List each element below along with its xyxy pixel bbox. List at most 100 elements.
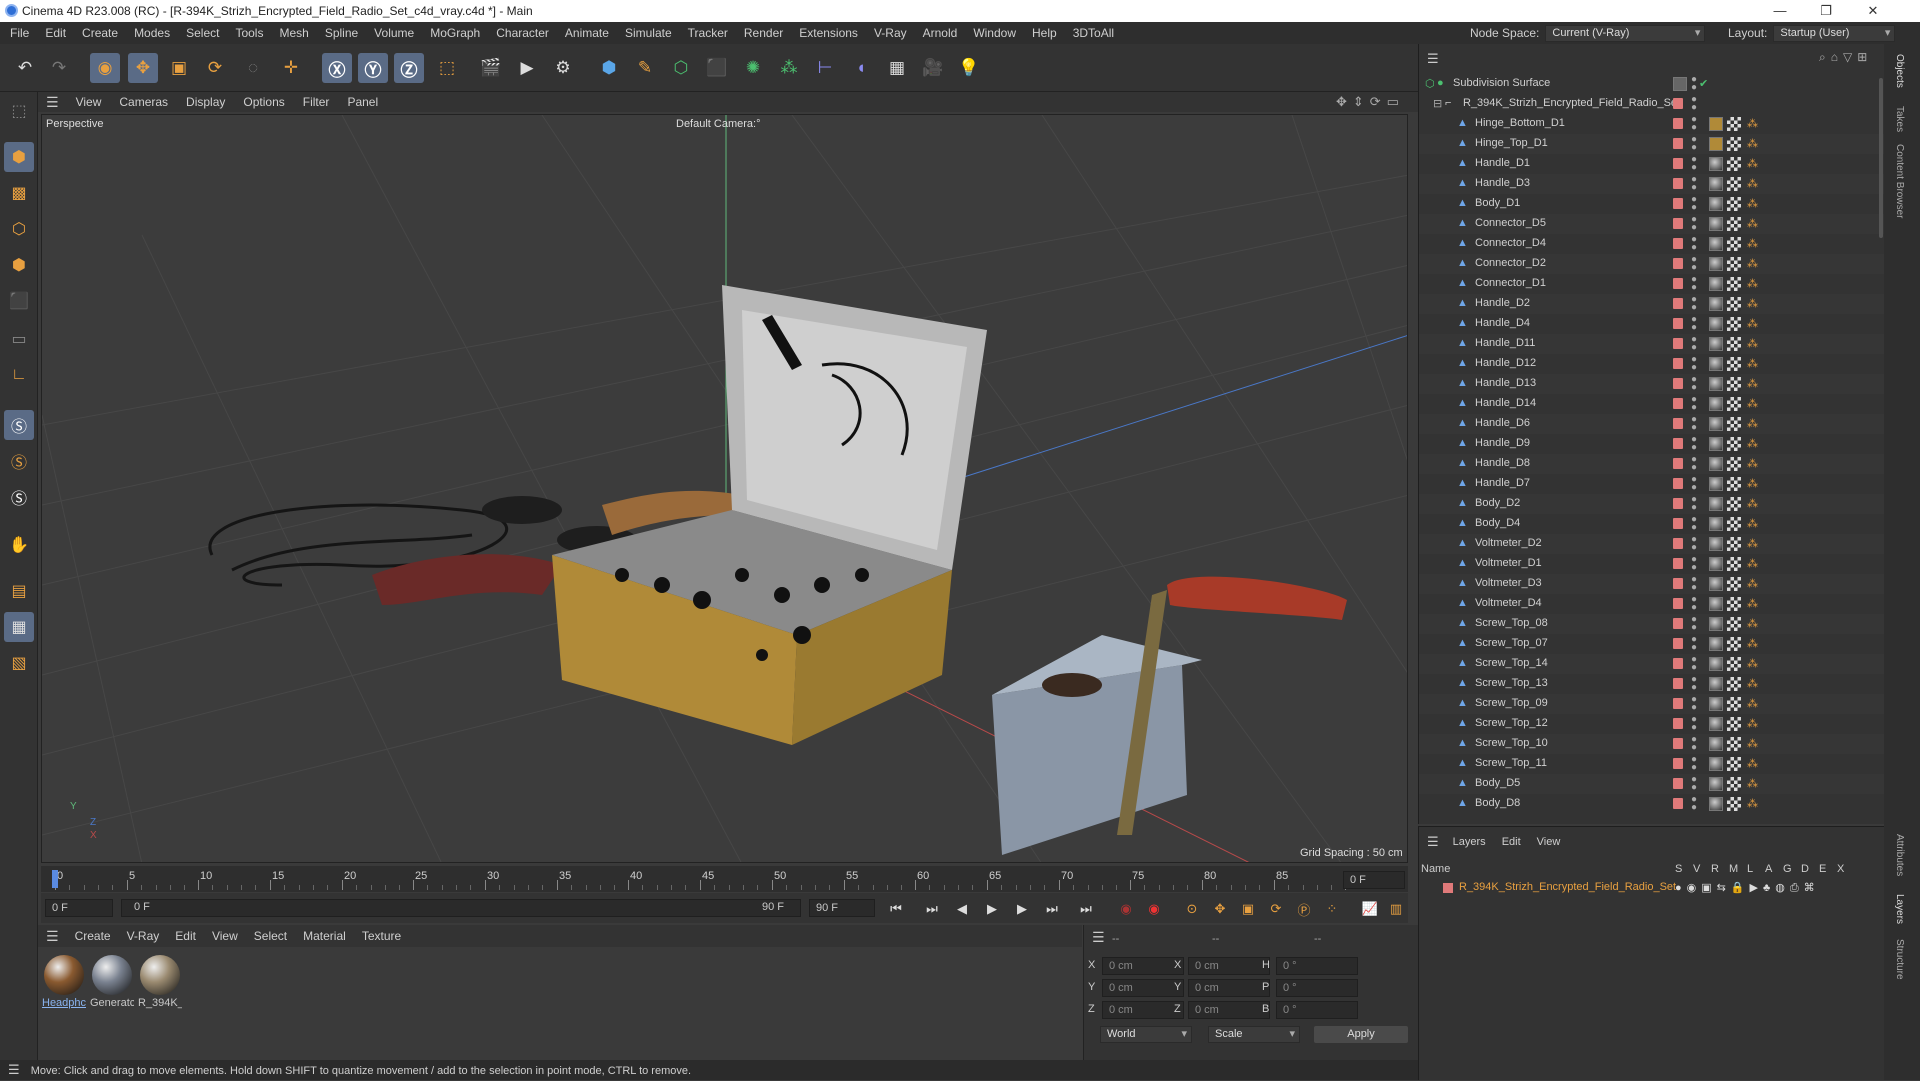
viewport-menu-panel[interactable]: Panel <box>338 95 387 109</box>
material-tag-icon[interactable] <box>1709 797 1723 811</box>
menu-select[interactable]: Select <box>178 26 227 40</box>
texture-tag-icon[interactable] <box>1727 277 1741 291</box>
visibility-dots[interactable]: ● ● <box>1691 675 1697 693</box>
vray-tag-icon[interactable]: ⁂ <box>1747 137 1758 150</box>
vray-tag-icon[interactable]: ⁂ <box>1747 597 1758 610</box>
object-row[interactable]: ▲ Voltmeter_D4 ● ● ⁂ <box>1419 594 1885 614</box>
key-parameter-icon[interactable]: Ⓟ <box>1293 899 1315 919</box>
texture-tag-icon[interactable] <box>1727 757 1741 771</box>
z-axis-lock-icon[interactable]: Ⓩ <box>394 53 424 83</box>
make-editable-icon[interactable]: ⬚ <box>4 96 34 126</box>
visibility-dots[interactable]: ● ● <box>1691 95 1697 113</box>
material-tag-icon[interactable] <box>1709 637 1723 651</box>
material-tag-icon[interactable] <box>1709 417 1723 431</box>
object-row[interactable]: ▲ Body_D8 ● ● ⁂ <box>1419 794 1885 814</box>
menu-arnold[interactable]: Arnold <box>915 26 966 40</box>
material-tag-icon[interactable] <box>1709 597 1723 611</box>
object-row[interactable]: ▲ Handle_D6 ● ● ⁂ <box>1419 414 1885 434</box>
record-icon[interactable]: ◉ <box>1115 899 1137 919</box>
layer-name[interactable]: R_394K_Strizh_Encrypted_Field_Radio_Set <box>1459 881 1676 893</box>
texture-tag-icon[interactable] <box>1727 497 1741 511</box>
frame-end-field[interactable]: 0 F <box>1343 871 1405 889</box>
texture-tag-icon[interactable] <box>1727 657 1741 671</box>
current-frame-field[interactable]: 0 F <box>45 899 113 917</box>
move-tool-icon[interactable]: ✥ <box>128 53 158 83</box>
material-menu-create[interactable]: Create <box>67 929 119 943</box>
vray-tag-icon[interactable]: ⁂ <box>1747 317 1758 330</box>
goto-end-icon[interactable]: ⏭ <box>1075 899 1097 919</box>
menu-3dtoall[interactable]: 3DToAll <box>1065 26 1122 40</box>
object-row[interactable]: ▲ Screw_Top_12 ● ● ⁂ <box>1419 714 1885 734</box>
object-row[interactable]: ▲ Screw_Top_09 ● ● ⁂ <box>1419 694 1885 714</box>
texture-tag-icon[interactable] <box>1727 597 1741 611</box>
tab-takes[interactable]: Takes <box>1894 106 1905 132</box>
menu-extensions[interactable]: Extensions <box>791 26 866 40</box>
menu-modes[interactable]: Modes <box>126 26 178 40</box>
vray-tag-icon[interactable]: ⁂ <box>1747 477 1758 490</box>
object-row[interactable]: ▲ Handle_D2 ● ● ⁂ <box>1419 294 1885 314</box>
coord-field[interactable]: 0 ° <box>1276 979 1358 997</box>
texture-tag-icon[interactable] <box>1727 377 1741 391</box>
texture-tag-icon[interactable] <box>1727 337 1741 351</box>
playhead[interactable] <box>52 870 58 888</box>
material-menu-view[interactable]: View <box>204 929 246 943</box>
menu-tracker[interactable]: Tracker <box>680 26 736 40</box>
layer-menu-layers[interactable]: Layers <box>1445 836 1494 848</box>
key-rotation-icon[interactable]: ⟳ <box>1265 899 1287 919</box>
play-icon[interactable]: ▶ <box>981 899 1003 919</box>
visibility-dots[interactable]: ● ● <box>1691 695 1697 713</box>
tab-objects[interactable]: Objects <box>1894 54 1905 88</box>
vray-tag-icon[interactable]: ⁂ <box>1747 277 1758 290</box>
vray-tag-icon[interactable]: ⁂ <box>1747 777 1758 790</box>
vray-tag-icon[interactable]: ⁂ <box>1747 557 1758 570</box>
material-tag-icon[interactable] <box>1709 757 1723 771</box>
texture-tag-icon[interactable] <box>1727 677 1741 691</box>
material-tag-icon[interactable] <box>1709 537 1723 551</box>
vray-tag-icon[interactable]: ⁂ <box>1747 797 1758 810</box>
material-tag-icon[interactable] <box>1709 617 1723 631</box>
visibility-dots[interactable]: ● ● <box>1691 335 1697 353</box>
vray-tag-icon[interactable]: ⁂ <box>1747 497 1758 510</box>
vray-tag-icon[interactable]: ⁂ <box>1747 457 1758 470</box>
vray-tag-icon[interactable]: ⁂ <box>1747 177 1758 190</box>
object-row[interactable]: ▲ Body_D5 ● ● ⁂ <box>1419 774 1885 794</box>
timeline-ruler[interactable]: 051015202530354045505560657075808590 0 F <box>41 866 1408 892</box>
vray-tag-icon[interactable]: ⁂ <box>1747 217 1758 230</box>
coord-field[interactable]: 0 ° <box>1276 1001 1358 1019</box>
field-icon[interactable]: ◖ <box>846 53 876 83</box>
object-row[interactable]: ▲ Connector_D1 ● ● ⁂ <box>1419 274 1885 294</box>
object-row[interactable]: ▲ Connector_D5 ● ● ⁂ <box>1419 214 1885 234</box>
visibility-dots[interactable]: ● ● <box>1691 715 1697 733</box>
material-tag-icon[interactable] <box>1709 577 1723 591</box>
vray-tag-icon[interactable]: ⁂ <box>1747 237 1758 250</box>
object-row[interactable]: ▲ Connector_D4 ● ● ⁂ <box>1419 234 1885 254</box>
visibility-dots[interactable]: ● ● <box>1691 195 1697 213</box>
object-row[interactable]: ▲ Handle_D13 ● ● ⁂ <box>1419 374 1885 394</box>
texture-tag-icon[interactable] <box>1727 157 1741 171</box>
texture-tag-icon[interactable] <box>1727 317 1741 331</box>
visibility-dots[interactable]: ● ● <box>1691 115 1697 133</box>
material-menu-v-ray[interactable]: V-Ray <box>119 929 168 943</box>
menu-file[interactable]: File <box>2 26 37 40</box>
vray-tag-icon[interactable]: ⁂ <box>1747 697 1758 710</box>
points-mode-icon[interactable]: ⬡ <box>4 214 34 244</box>
hamburger-icon[interactable]: ☰ <box>1427 834 1439 850</box>
texture-tag-icon[interactable] <box>1727 517 1741 531</box>
camera-icon[interactable]: 🎥 <box>918 53 948 83</box>
material-tag-icon[interactable] <box>1709 137 1723 151</box>
live-selection-icon[interactable]: ◌ <box>238 53 268 83</box>
material-tag-icon[interactable] <box>1709 357 1723 371</box>
object-row[interactable]: ▲ Connector_D2 ● ● ⁂ <box>1419 254 1885 274</box>
object-row[interactable]: ▲ Screw_Top_10 ● ● ⁂ <box>1419 734 1885 754</box>
menu-help[interactable]: Help <box>1024 26 1065 40</box>
material-tag-icon[interactable] <box>1709 657 1723 671</box>
material-tag-icon[interactable] <box>1709 437 1723 451</box>
coord-field[interactable]: 0 cm <box>1188 1001 1270 1019</box>
edges-mode-icon[interactable]: ⬢ <box>4 250 34 280</box>
menu-spline[interactable]: Spline <box>317 26 366 40</box>
object-row[interactable]: ▲ Handle_D11 ● ● ⁂ <box>1419 334 1885 354</box>
viewport-menu-filter[interactable]: Filter <box>294 95 339 109</box>
coord-field[interactable]: 0 cm <box>1102 957 1184 975</box>
visibility-dots[interactable]: ● ● <box>1691 475 1697 493</box>
visibility-dots[interactable]: ● ● <box>1691 355 1697 373</box>
